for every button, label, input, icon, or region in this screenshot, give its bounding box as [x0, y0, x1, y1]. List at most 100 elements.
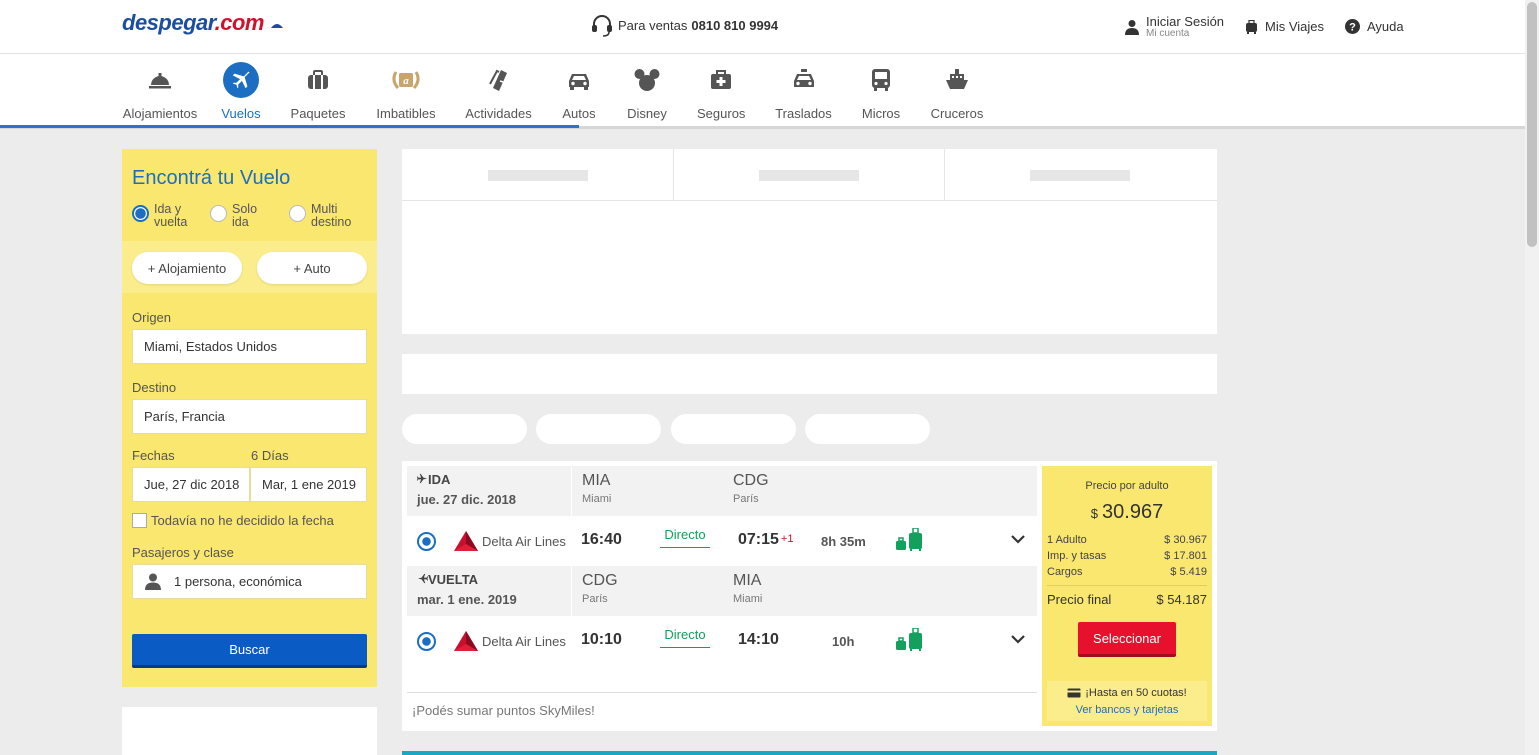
chevron-down-icon — [1011, 535, 1025, 544]
info-bar-placeholder — [402, 354, 1217, 394]
final-price-label: Precio final — [1047, 592, 1112, 607]
departure-date-field[interactable]: Jue, 27 dic 2018 — [132, 467, 250, 502]
banks-cards-link[interactable]: Ver bancos y tarjetas — [1047, 704, 1207, 716]
nav-item-disney[interactable]: Disney — [626, 62, 668, 121]
checkbox-box[interactable] — [132, 513, 147, 528]
installments-text: ¡Hasta en 50 cuotas! — [1047, 687, 1207, 699]
price-box: Precio por adulto $30.967 1 Adulto $ 30.… — [1042, 466, 1212, 726]
user-icon — [1125, 19, 1139, 35]
outbound-label: IDA — [417, 472, 450, 487]
stops-label[interactable]: Directo — [660, 627, 710, 648]
divider — [571, 566, 572, 616]
ship-icon — [946, 69, 968, 89]
stops-label[interactable]: Directo — [660, 527, 710, 548]
radio-unselected[interactable] — [210, 205, 227, 222]
trip-type-multi[interactable]: Multi destino — [289, 203, 356, 229]
radio-unselected[interactable] — [289, 205, 306, 222]
scrollbar-thumb[interactable] — [1527, 2, 1537, 247]
login-sublabel: Mi cuenta — [1146, 28, 1190, 39]
radio-selected[interactable] — [132, 205, 149, 222]
expand-details-button[interactable] — [1011, 631, 1025, 649]
passengers-label: Pasajeros y clase — [132, 545, 234, 560]
sales-phone: Para ventas 0810 810 9994 — [590, 13, 778, 37]
nav-item-micros[interactable]: Micros — [861, 62, 901, 121]
matrix-tab-placeholder — [402, 149, 674, 201]
inbound-flight-option[interactable]: Delta Air Lines 10:10 Directo 14:10 10h — [407, 616, 1037, 666]
loading-placeholder — [759, 170, 859, 181]
baggage-icons[interactable] — [895, 527, 925, 557]
select-flight-button[interactable]: Seleccionar — [1078, 622, 1176, 657]
inbound-label: VUELTA — [417, 572, 478, 587]
nav-label: Paquetes — [290, 106, 346, 121]
nav-item-actividades[interactable]: Actividades — [465, 62, 532, 121]
add-hotel-button[interactable]: + Alojamiento — [132, 252, 242, 284]
divider — [571, 466, 572, 516]
filter-pill-placeholder[interactable] — [671, 414, 796, 444]
price-row-value: $ 30.967 — [1164, 534, 1207, 546]
expand-details-button[interactable] — [1011, 531, 1025, 549]
nav-item-cruceros[interactable]: Cruceros — [930, 62, 984, 121]
my-trips-label: Mis Viajes — [1265, 19, 1325, 34]
nav-label: Vuelos — [221, 106, 261, 121]
price-row-label: Imp. y tasas — [1047, 550, 1107, 562]
final-price-value: $ 54.187 — [1156, 592, 1207, 607]
destination-field[interactable]: París, Francia — [132, 399, 367, 434]
help-link[interactable]: ? Ayuda — [1345, 19, 1404, 34]
headset-icon — [592, 15, 612, 37]
airline-name: Delta Air Lines — [482, 633, 566, 649]
nav-item-alojamientos[interactable]: Alojamientos — [122, 62, 198, 121]
trip-type-roundtrip[interactable]: Ida y vuelta — [132, 203, 194, 229]
skymiles-note: ¡Podés sumar puntos SkyMiles! — [407, 692, 1037, 731]
flight-option-radio[interactable] — [417, 532, 436, 551]
hotel-bell-icon — [149, 73, 171, 89]
sales-phone-number: 0810 810 9994 — [691, 17, 779, 33]
nav-item-paquetes[interactable]: Paquetes — [290, 62, 346, 121]
airport-city: París — [733, 493, 759, 505]
nav-progress-bar — [0, 125, 579, 128]
nav-item-vuelos[interactable]: Vuelos — [221, 62, 261, 121]
outbound-date: jue. 27 dic. 2018 — [417, 492, 517, 507]
nav-label: Seguros — [697, 106, 746, 121]
nav-label: Alojamientos — [122, 106, 198, 121]
taxi-icon — [793, 69, 814, 87]
passengers-field[interactable]: 1 persona, económica — [132, 564, 367, 599]
sales-label: Para ventas — [618, 17, 688, 33]
baggage-icons[interactable] — [895, 627, 925, 657]
delta-logo-icon — [454, 531, 478, 551]
loading-placeholder — [1030, 170, 1130, 181]
price-per-adult: $30.967 — [1090, 501, 1164, 523]
price-row-value: $ 5.419 — [1170, 566, 1207, 578]
flight-duration: 8h 35m — [821, 534, 866, 549]
filter-pill-placeholder[interactable] — [402, 414, 527, 444]
despegar-logo[interactable]: despegar.com — [122, 10, 284, 42]
filter-pill-placeholder[interactable] — [536, 414, 661, 444]
nav-item-seguros[interactable]: Seguros — [697, 62, 745, 121]
outbound-flight-option[interactable]: Delta Air Lines 16:40 Directo 07:15 +1 8h… — [407, 516, 1037, 566]
logo-text: despegar — [122, 10, 215, 35]
add-car-button[interactable]: + Auto — [257, 252, 367, 284]
trip-type-oneway[interactable]: Solo ida — [210, 203, 262, 229]
return-date-field[interactable]: Mar, 1 ene 2019 — [250, 467, 367, 502]
person-icon — [145, 573, 161, 590]
flight-option-radio[interactable] — [417, 632, 436, 651]
chevron-down-icon — [1011, 635, 1025, 644]
divider — [1047, 585, 1207, 586]
search-button[interactable]: Buscar — [132, 634, 367, 668]
airport-city: Miami — [582, 493, 612, 505]
nav-item-traslados[interactable]: Traslados — [775, 62, 832, 121]
airport-code: MIA — [733, 572, 762, 589]
plane-return-icon — [417, 573, 428, 584]
origin-field[interactable]: Miami, Estados Unidos — [132, 329, 367, 364]
my-trips-link[interactable]: Mis Viajes — [1245, 19, 1324, 34]
plane-depart-icon — [417, 473, 428, 484]
nav-item-imbatibles[interactable]: a Imbatibles — [376, 62, 436, 121]
matrix-tab-placeholder — [674, 149, 945, 201]
origin-label: Origen — [132, 310, 172, 325]
filter-pill-placeholder[interactable] — [805, 414, 930, 444]
nav-label: Cruceros — [930, 106, 984, 121]
undecided-date-checkbox[interactable]: Todavía no he decidido la fecha — [132, 513, 334, 528]
login-link[interactable]: Iniciar Sesión Mi cuenta — [1125, 14, 1224, 39]
undecided-date-label: Todavía no he decidido la fecha — [151, 513, 334, 528]
baggage-included-icon — [896, 527, 922, 551]
nav-item-autos[interactable]: Autos — [561, 62, 597, 121]
